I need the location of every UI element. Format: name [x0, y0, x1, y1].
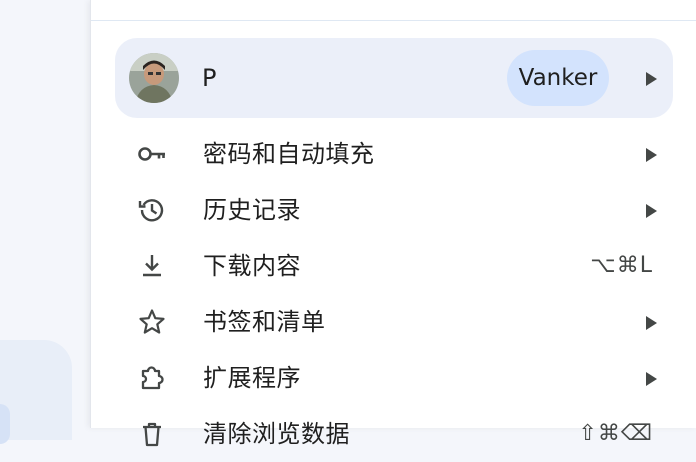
history-icon: [137, 195, 167, 225]
chevron-right-icon: [645, 147, 657, 166]
chevron-right-icon: [645, 315, 657, 334]
menu-top-section: [91, 0, 696, 21]
extension-icon: [137, 363, 167, 393]
menu-item-label: 书签和清单: [203, 308, 326, 336]
profile-badge: Vanker: [507, 50, 609, 106]
menu-item-label: 密码和自动填充: [203, 140, 375, 168]
menu-item-passwords[interactable]: 密码和自动填充: [115, 126, 673, 182]
profile-avatar: [129, 53, 179, 103]
delete-icon: [137, 419, 167, 449]
menu-item-downloads[interactable]: 下载内容 ⌥⌘L: [115, 238, 673, 294]
page-background-card: [0, 340, 72, 440]
download-icon: [137, 251, 167, 281]
profile-name: P: [202, 64, 217, 92]
menu-item-shortcut: ⌥⌘L: [590, 253, 653, 278]
menu-item-bookmarks[interactable]: 书签和清单: [115, 294, 673, 350]
menu-item-clear-browsing-data[interactable]: 清除浏览数据 ⇧⌘⌫: [115, 406, 673, 462]
menu-item-extensions[interactable]: 扩展程序: [115, 350, 673, 406]
page-background-chip: [0, 404, 10, 444]
star-icon: [137, 307, 167, 337]
menu-item-label: 历史记录: [203, 196, 301, 224]
chevron-right-icon: [645, 71, 657, 90]
menu-item-label: 扩展程序: [203, 364, 301, 392]
menu-item-label: 清除浏览数据: [203, 420, 350, 448]
menu-item-shortcut: ⇧⌘⌫: [578, 421, 653, 446]
browser-menu: P Vanker 密码和自动填充 历史记录 下载内容 ⌥⌘L 书签和清单 扩展程…: [90, 0, 696, 448]
chevron-right-icon: [645, 203, 657, 222]
menu-item-history[interactable]: 历史记录: [115, 182, 673, 238]
key-icon: [137, 139, 167, 169]
profile-row[interactable]: P Vanker: [115, 38, 673, 118]
chevron-right-icon: [645, 371, 657, 390]
menu-item-label: 下载内容: [203, 252, 301, 280]
